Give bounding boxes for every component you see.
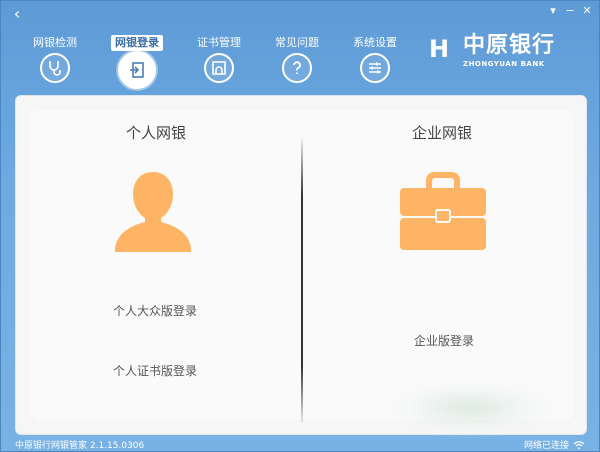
nav-item-faq[interactable]: 常见问题: [265, 31, 329, 93]
skin-icon[interactable]: ▾: [547, 5, 559, 17]
brand-logo-area: H 中原银行 ZHONGYUAN BANK: [429, 33, 569, 73]
certificate-icon: [204, 53, 234, 83]
enterprise-login-link[interactable]: 企业版登录: [414, 332, 474, 349]
bank-name: 中原银行: [463, 33, 556, 58]
enterprise-title: 企业网银: [411, 124, 472, 142]
nav-label: 常见问题: [275, 36, 319, 49]
close-icon[interactable]: ✕: [581, 5, 593, 17]
briefcase-icon[interactable]: [398, 170, 488, 252]
personal-cert-login-link[interactable]: 个人证书版登录: [113, 362, 197, 379]
bank-name-en: ZHONGYUAN BANK: [463, 60, 545, 68]
decorative-glow: [380, 378, 560, 438]
nav-label: 证书管理: [197, 36, 241, 49]
nav-label: 网银登录: [111, 35, 163, 51]
column-divider: [301, 140, 303, 422]
question-icon: [282, 53, 312, 83]
network-status-text: 网络已连接: [523, 441, 569, 451]
window-controls: ▾ − ✕: [547, 5, 593, 17]
login-door-icon: [118, 51, 156, 89]
version-text: 中原银行网银管家 2.1.15.0306: [15, 441, 145, 451]
personal-public-login-link[interactable]: 个人大众版登录: [113, 302, 197, 319]
nav-item-login[interactable]: 网银登录: [105, 31, 169, 93]
nav-item-detect[interactable]: 网银检测: [23, 31, 87, 93]
login-panel: 个人网银 个人大众版登录 个人证书版登录 企业网银 企业版登录: [15, 95, 587, 438]
person-icon[interactable]: [114, 170, 192, 252]
nav-label: 网银检测: [33, 36, 77, 49]
nav-label: 系统设置: [353, 36, 397, 49]
nav-item-certificate[interactable]: 证书管理: [187, 31, 251, 93]
nav-item-settings[interactable]: 系统设置: [343, 31, 407, 93]
minimize-icon[interactable]: −: [564, 5, 576, 17]
bank-logo-icon: H: [429, 35, 450, 63]
wifi-icon: [573, 440, 585, 449]
personal-title: 个人网银: [125, 124, 186, 142]
app-window: ‹ ▾ − ✕ 网银检测 网银登录 证书管理 常见问题 系统设置 H 中原银行 …: [0, 0, 600, 452]
settings-sliders-icon: [360, 53, 390, 83]
stethoscope-icon: [40, 53, 70, 83]
network-status: 网络已连接: [524, 438, 585, 451]
main-nav: 网银检测 网银登录 证书管理 常见问题 系统设置: [23, 31, 403, 93]
back-icon[interactable]: ‹: [9, 5, 25, 23]
